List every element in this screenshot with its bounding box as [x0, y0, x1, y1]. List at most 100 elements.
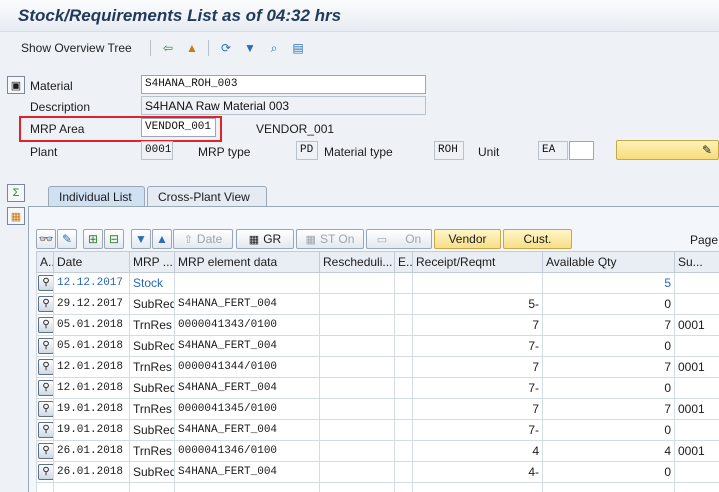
supplier-cell	[674, 272, 719, 294]
receipt-reqmt-cell: 7-	[412, 419, 543, 441]
column-header[interactable]: A..	[36, 251, 54, 273]
date-cell: 19.01.2018	[53, 419, 130, 441]
column-header[interactable]: Su...	[674, 251, 719, 273]
column-header[interactable]: Rescheduli...	[319, 251, 395, 273]
row-detail-cell[interactable]: ⚲	[36, 461, 54, 483]
row-detail-cell[interactable]: ⚲	[36, 398, 54, 420]
on-button[interactable]: ▭ On	[366, 229, 432, 249]
date-cell: 05.01.2018	[53, 314, 130, 336]
empty-cell	[174, 482, 320, 492]
material-field[interactable]: S4HANA_ROH_003	[141, 75, 426, 94]
mrp-element-cell: SubReq	[129, 293, 175, 315]
st-on-button[interactable]: ▦ ST On	[296, 229, 364, 249]
supplier-cell	[674, 293, 719, 315]
magnifier-icon[interactable]: ⚲	[38, 401, 53, 417]
column-header[interactable]: Receipt/Reqmt	[412, 251, 543, 273]
table-row[interactable]: ⚲ 19.01.2018 SubReq S4HANA_FERT_004 7- 0	[36, 419, 719, 441]
expand-tree-icon[interactable]: ⊞	[83, 229, 103, 249]
exception-cell	[394, 440, 413, 462]
gr-button[interactable]: ▦ GR	[236, 229, 294, 249]
rescheduling-cell	[319, 272, 395, 294]
magnifier-icon[interactable]: ⚲	[38, 296, 53, 312]
pencil-edit-icon[interactable]: ✎	[57, 229, 77, 249]
row-detail-cell[interactable]: ⚲	[36, 440, 54, 462]
glasses-icon[interactable]: 👓	[36, 229, 56, 249]
cust-button[interactable]: Cust.	[503, 229, 572, 249]
tab-cross-plant-view[interactable]: Cross-Plant View	[147, 186, 267, 207]
row-detail-cell[interactable]: ⚲	[36, 272, 54, 294]
row-detail-cell[interactable]: ⚲	[36, 314, 54, 336]
column-header[interactable]: MRP element data	[174, 251, 320, 273]
refresh-icon[interactable]: ⟳	[218, 40, 234, 56]
mrp-element-cell: TrnRes	[129, 356, 175, 378]
exception-cell	[394, 293, 413, 315]
vendor-button[interactable]: Vendor	[434, 229, 501, 249]
empty-cell	[319, 482, 395, 492]
mrp-element-data-cell: S4HANA_FERT_004	[174, 461, 320, 483]
column-header[interactable]: E..	[394, 251, 413, 273]
receipt-reqmt-cell: 4-	[412, 461, 543, 483]
stock-requirements-table: A.. Date MRP ... MRP element data Resche…	[36, 251, 719, 492]
filter-icon[interactable]: ▼	[242, 40, 258, 56]
supplier-cell: 0001	[674, 314, 719, 336]
unit-extra-field[interactable]	[569, 141, 594, 160]
column-header[interactable]: Available Qty	[542, 251, 675, 273]
column-header[interactable]: Date	[53, 251, 130, 273]
table-row[interactable]: ⚲ 12.12.2017 Stock 5	[36, 272, 719, 294]
exception-cell	[394, 419, 413, 441]
tab-individual-list[interactable]: Individual List	[48, 186, 145, 207]
table-row[interactable]: ⚲ 05.01.2018 SubReq S4HANA_FERT_004 7- 0	[36, 335, 719, 357]
sort-down-icon[interactable]: ▼	[131, 229, 151, 249]
table-row[interactable]: ⚲ 19.01.2018 TrnRes 0000041345/0100 7 7 0001	[36, 398, 719, 420]
column-header[interactable]: MRP ...	[129, 251, 175, 273]
row-detail-cell[interactable]: ⚲	[36, 377, 54, 399]
sigma-icon[interactable]: Σ	[7, 184, 25, 202]
receipt-reqmt-cell	[412, 272, 543, 294]
magnifier-icon[interactable]: ⚲	[38, 317, 53, 333]
magnifier-icon[interactable]: ⚲	[38, 443, 53, 459]
magnifier-icon[interactable]: ⚲	[38, 464, 53, 480]
magnifier-icon[interactable]: ⚲	[38, 422, 53, 438]
mrp-element-data-cell: S4HANA_FERT_004	[174, 377, 320, 399]
table-row[interactable]: ⚲ 26.01.2018 TrnRes 0000041346/0100 4 4 0001	[36, 440, 719, 462]
sort-up-icon[interactable]: ▲	[152, 229, 172, 249]
row-detail-cell[interactable]: ⚲	[36, 356, 54, 378]
table-row[interactable]: ⚲ 05.01.2018 TrnRes 0000041343/0100 7 7 0001	[36, 314, 719, 336]
table-row[interactable]: ⚲ 26.01.2018 SubReq S4HANA_FERT_004 4- 0	[36, 461, 719, 483]
date-button[interactable]: ⇧ Date	[173, 229, 233, 249]
available-qty-cell: 7	[542, 314, 675, 336]
rescheduling-cell	[319, 356, 395, 378]
back-icon[interactable]: ⇦	[160, 40, 176, 56]
folder-icon[interactable]: ▦	[7, 207, 25, 225]
collapse-tree-icon[interactable]: ⊟	[104, 229, 124, 249]
show-overview-tree-button[interactable]: Show Overview Tree	[21, 41, 132, 55]
exception-cell	[394, 356, 413, 378]
date-cell: 26.01.2018	[53, 461, 130, 483]
row-detail-cell[interactable]: ⚲	[36, 293, 54, 315]
mrp-element-cell: TrnRes	[129, 398, 175, 420]
empty-cell	[674, 482, 719, 492]
row-detail-cell[interactable]: ⚲	[36, 419, 54, 441]
date-cell: 05.01.2018	[53, 335, 130, 357]
available-qty-cell: 0	[542, 293, 675, 315]
rescheduling-cell	[319, 419, 395, 441]
edit-button[interactable]: ✎	[616, 140, 719, 160]
magnifier-icon[interactable]: ⚲	[38, 275, 53, 291]
available-qty-cell: 0	[542, 335, 675, 357]
settings-icon[interactable]: ▤	[290, 40, 306, 56]
mrp-element-cell: TrnRes	[129, 440, 175, 462]
mrp-element-data-cell: 0000041344/0100	[174, 356, 320, 378]
magnifier-icon[interactable]: ⚲	[38, 380, 53, 396]
table-row[interactable]: ⚲ 12.01.2018 SubReq S4HANA_FERT_004 7- 0	[36, 377, 719, 399]
table-row[interactable]: ⚲ 12.01.2018 TrnRes 0000041344/0100 7 7 0001	[36, 356, 719, 378]
rescheduling-cell	[319, 377, 395, 399]
magnifier-icon[interactable]: ⚲	[38, 359, 53, 375]
row-detail-cell[interactable]: ⚲	[36, 335, 54, 357]
supplier-cell	[674, 335, 719, 357]
table-row[interactable]: ⚲ 29.12.2017 SubReq S4HANA_FERT_004 5- 0	[36, 293, 719, 315]
magnifier-icon[interactable]: ⚲	[38, 338, 53, 354]
supplier-cell	[674, 419, 719, 441]
header-toggle-icon[interactable]: ▣	[7, 76, 25, 94]
find-icon[interactable]: ⌕	[266, 40, 282, 56]
mountain-icon[interactable]: ▲	[184, 40, 200, 56]
